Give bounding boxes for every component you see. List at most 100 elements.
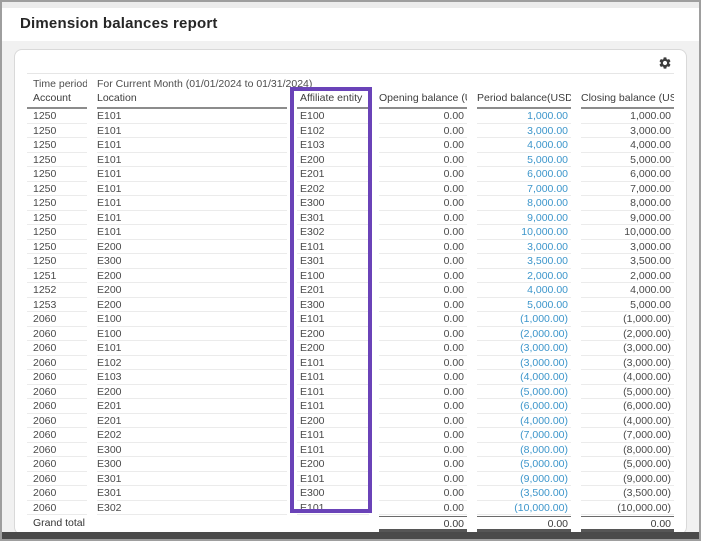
account-cell: 2060 xyxy=(27,457,87,472)
table-row: 2060E100E1010.00(1,000.00)(1,000.00) xyxy=(27,312,674,327)
opening-balance-cell: 0.00 xyxy=(379,312,467,327)
period-balance-link[interactable]: 4,000.00 xyxy=(477,283,571,298)
period-balance-link[interactable]: 3,000.00 xyxy=(477,240,571,255)
account-cell: 1250 xyxy=(27,240,87,255)
period-balance-link[interactable]: (3,000.00) xyxy=(477,341,571,356)
table-row: 2060E201E1010.00(6,000.00)(6,000.00) xyxy=(27,399,674,414)
opening-balance-cell: 0.00 xyxy=(379,370,467,385)
closing-balance-cell: (9,000.00) xyxy=(581,472,674,487)
location-cell: E101 xyxy=(97,167,287,182)
account-cell: 1250 xyxy=(27,225,87,240)
time-period-label: Time period xyxy=(27,77,87,92)
location-cell: E302 xyxy=(97,501,287,516)
period-balance-link[interactable]: 5,000.00 xyxy=(477,153,571,168)
affiliate-entity-cell: E102 xyxy=(297,124,369,139)
affiliate-entity-cell: E300 xyxy=(297,298,369,313)
affiliate-entity-cell: E200 xyxy=(297,153,369,168)
location-cell: E101 xyxy=(97,211,287,226)
period-balance-link[interactable]: 9,000.00 xyxy=(477,211,571,226)
table-row: 2060E101E2000.00(3,000.00)(3,000.00) xyxy=(27,341,674,356)
period-balance-link[interactable]: (1,000.00) xyxy=(477,312,571,327)
affiliate-entity-cell: E200 xyxy=(297,457,369,472)
grand-total-label: Grand total xyxy=(27,516,287,532)
opening-balance-cell: 0.00 xyxy=(379,428,467,443)
period-balance-link[interactable]: 3,000.00 xyxy=(477,124,571,139)
opening-balance-cell: 0.00 xyxy=(379,124,467,139)
grand-total-closing: 0.00 xyxy=(581,516,674,532)
affiliate-entity-cell: E101 xyxy=(297,312,369,327)
account-cell: 2060 xyxy=(27,399,87,414)
closing-balance-cell: 2,000.00 xyxy=(581,269,674,284)
account-cell: 1253 xyxy=(27,298,87,313)
opening-balance-cell: 0.00 xyxy=(379,167,467,182)
table-row: 1252E200E2010.004,000.004,000.00 xyxy=(27,283,674,298)
closing-balance-cell: 10,000.00 xyxy=(581,225,674,240)
table-row: 1250E101E1030.004,000.004,000.00 xyxy=(27,138,674,153)
period-balance-link[interactable]: (6,000.00) xyxy=(477,399,571,414)
table-row: 2060E302E1010.00(10,000.00)(10,000.00) xyxy=(27,501,674,516)
period-balance-link[interactable]: 3,500.00 xyxy=(477,254,571,269)
location-cell: E102 xyxy=(97,356,287,371)
location-cell: E300 xyxy=(97,254,287,269)
period-balance-link[interactable]: (5,000.00) xyxy=(477,385,571,400)
opening-balance-cell: 0.00 xyxy=(379,327,467,342)
account-cell: 2060 xyxy=(27,356,87,371)
period-balance-link[interactable]: (3,500.00) xyxy=(477,486,571,501)
closing-balance-cell: 3,000.00 xyxy=(581,124,674,139)
location-cell: E301 xyxy=(97,486,287,501)
period-balance-link[interactable]: (5,000.00) xyxy=(477,457,571,472)
column-header-opening-balance-usd: Opening balance (USD) xyxy=(379,92,467,109)
report-table: Time period For Current Month (01/01/202… xyxy=(27,74,674,532)
affiliate-entity-cell: E201 xyxy=(297,167,369,182)
account-cell: 2060 xyxy=(27,312,87,327)
location-cell: E101 xyxy=(97,196,287,211)
gear-icon[interactable] xyxy=(658,56,672,70)
opening-balance-cell: 0.00 xyxy=(379,196,467,211)
period-balance-link[interactable]: (4,000.00) xyxy=(477,370,571,385)
period-balance-link[interactable]: (7,000.00) xyxy=(477,428,571,443)
location-cell: E200 xyxy=(97,269,287,284)
period-balance-link[interactable]: 1,000.00 xyxy=(477,109,571,124)
location-cell: E101 xyxy=(97,109,287,124)
table-row: 2060E202E1010.00(7,000.00)(7,000.00) xyxy=(27,428,674,443)
period-balance-link[interactable]: 4,000.00 xyxy=(477,138,571,153)
location-cell: E200 xyxy=(97,385,287,400)
account-cell: 1250 xyxy=(27,138,87,153)
period-balance-link[interactable]: (4,000.00) xyxy=(477,414,571,429)
period-balance-link[interactable]: (3,000.00) xyxy=(477,356,571,371)
time-period-row: Time period For Current Month (01/01/202… xyxy=(27,74,674,92)
account-cell: 2060 xyxy=(27,501,87,516)
closing-balance-cell: (4,000.00) xyxy=(581,370,674,385)
account-cell: 2060 xyxy=(27,385,87,400)
opening-balance-cell: 0.00 xyxy=(379,153,467,168)
closing-balance-cell: (6,000.00) xyxy=(581,399,674,414)
opening-balance-cell: 0.00 xyxy=(379,443,467,458)
closing-balance-cell: (3,000.00) xyxy=(581,341,674,356)
affiliate-entity-cell: E101 xyxy=(297,399,369,414)
period-balance-link[interactable]: 7,000.00 xyxy=(477,182,571,197)
period-balance-link[interactable]: 10,000.00 xyxy=(477,225,571,240)
table-row: 1250E101E2020.007,000.007,000.00 xyxy=(27,182,674,197)
page-body: Time period For Current Month (01/01/202… xyxy=(2,41,699,535)
period-balance-link[interactable]: 2,000.00 xyxy=(477,269,571,284)
period-balance-link[interactable]: (9,000.00) xyxy=(477,472,571,487)
account-cell: 2060 xyxy=(27,472,87,487)
table-row: 2060E300E1010.00(8,000.00)(8,000.00) xyxy=(27,443,674,458)
table-row: 1250E101E1000.001,000.001,000.00 xyxy=(27,109,674,124)
closing-balance-cell: 7,000.00 xyxy=(581,182,674,197)
location-cell: E101 xyxy=(97,153,287,168)
closing-balance-cell: 1,000.00 xyxy=(581,109,674,124)
period-balance-link[interactable]: 5,000.00 xyxy=(477,298,571,313)
column-header-affiliate-entity: Affiliate entity xyxy=(297,92,369,109)
period-balance-link[interactable]: (8,000.00) xyxy=(477,443,571,458)
closing-balance-cell: 4,000.00 xyxy=(581,283,674,298)
period-balance-link[interactable]: (2,000.00) xyxy=(477,327,571,342)
table-row: 1250E101E3000.008,000.008,000.00 xyxy=(27,196,674,211)
period-balance-link[interactable]: (10,000.00) xyxy=(477,501,571,516)
table-row: 1250E200E1010.003,000.003,000.00 xyxy=(27,240,674,255)
closing-balance-cell: 4,000.00 xyxy=(581,138,674,153)
table-row: 1250E300E3010.003,500.003,500.00 xyxy=(27,254,674,269)
period-balance-link[interactable]: 8,000.00 xyxy=(477,196,571,211)
period-balance-link[interactable]: 6,000.00 xyxy=(477,167,571,182)
table-row: 1250E101E3010.009,000.009,000.00 xyxy=(27,211,674,226)
